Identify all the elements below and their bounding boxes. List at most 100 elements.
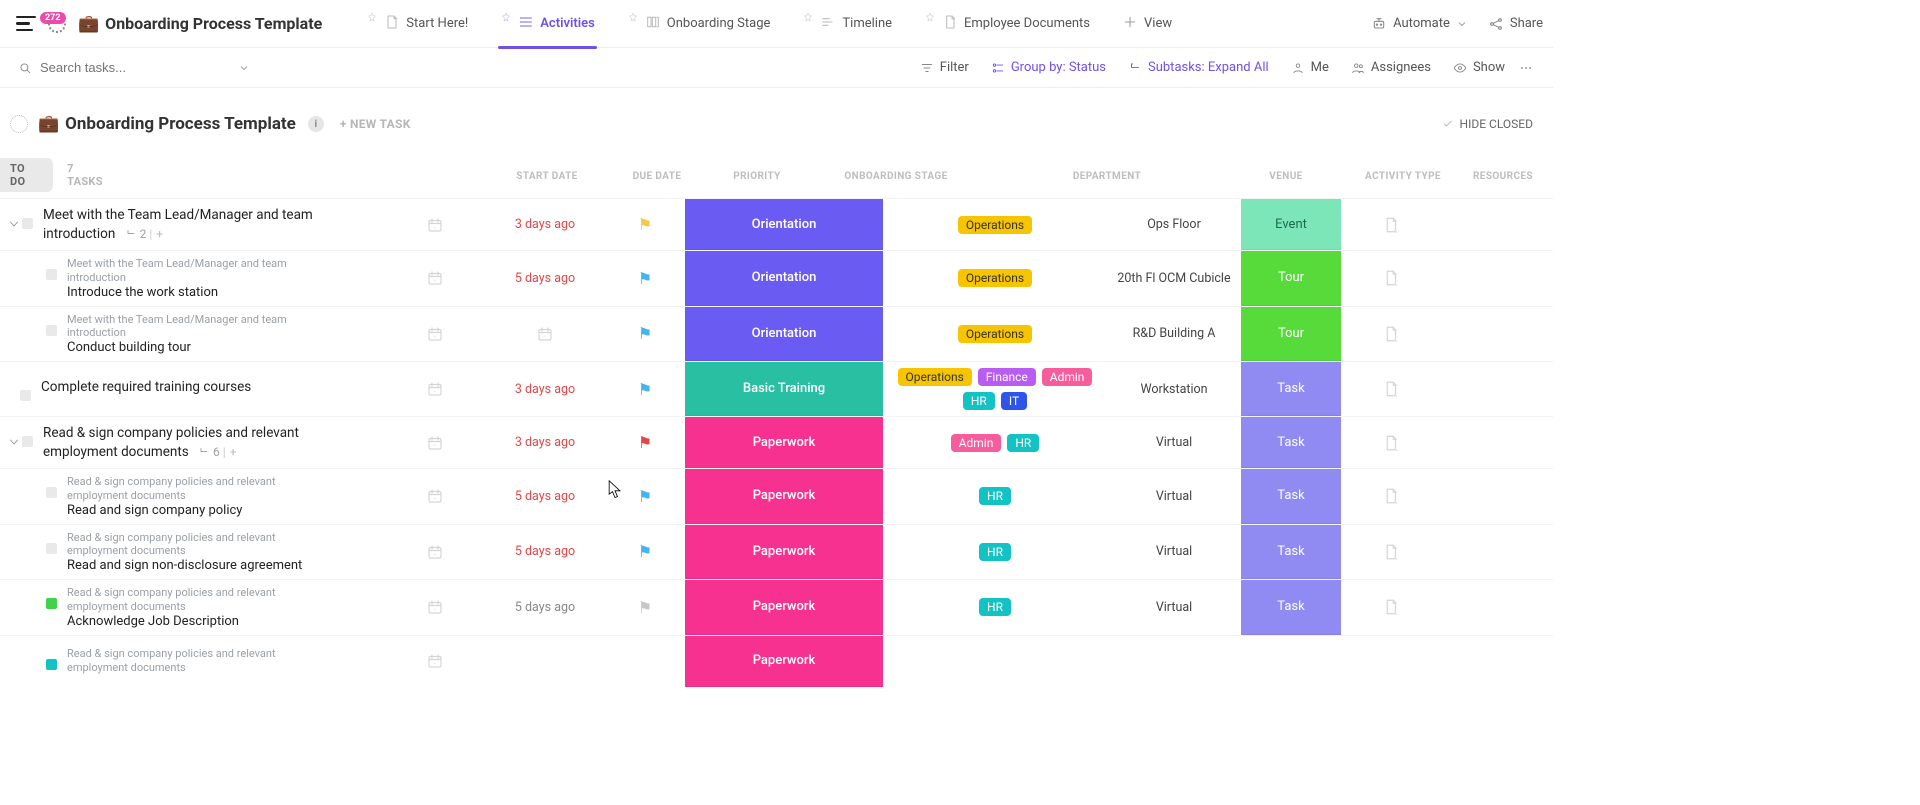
department-cell[interactable]: OperationsFinanceAdminHRIT [883, 362, 1107, 416]
activity-cell[interactable]: Tour [1241, 307, 1341, 362]
task-title[interactable]: Read and sign company policy [67, 503, 327, 518]
due-date-cell[interactable] [485, 636, 605, 687]
status-square[interactable] [46, 269, 57, 280]
calendar-icon[interactable] [426, 269, 444, 287]
task-title[interactable]: Introduce the work station [67, 285, 327, 300]
venue-cell[interactable]: Virtual [1107, 580, 1241, 635]
department-cell[interactable]: Operations [883, 251, 1107, 306]
due-date-cell[interactable]: 5 days ago [485, 251, 605, 306]
calendar-icon[interactable] [426, 652, 444, 670]
stage-cell[interactable]: Paperwork [685, 636, 883, 687]
priority-flag-icon[interactable]: ⚑ [638, 380, 652, 399]
venue-cell[interactable] [1107, 636, 1241, 687]
col-start-date[interactable]: START DATE [497, 171, 597, 182]
due-date-cell[interactable]: 3 days ago [485, 362, 605, 416]
task-row[interactable]: Meet with the Team Lead/Manager and team… [0, 250, 1553, 306]
search-input[interactable] [40, 60, 190, 75]
venue-cell[interactable]: Virtual [1107, 417, 1241, 468]
department-cell[interactable]: HR [883, 580, 1107, 635]
department-cell[interactable]: AdminHR [883, 417, 1107, 468]
automate-button[interactable]: Automate [1371, 16, 1468, 32]
status-square[interactable] [46, 543, 57, 554]
new-task-button[interactable]: + NEW TASK [340, 117, 411, 131]
department-tag[interactable]: Operations [958, 216, 1032, 234]
stage-cell[interactable]: Orientation [685, 199, 883, 250]
status-square[interactable] [20, 390, 31, 401]
activity-cell[interactable]: Task [1241, 362, 1341, 416]
status-square[interactable] [46, 325, 57, 336]
task-title[interactable]: Meet with the Team Lead/Manager and team… [43, 206, 343, 242]
priority-cell[interactable]: ⚑ [605, 417, 685, 468]
col-department[interactable]: DEPARTMENT [995, 171, 1219, 182]
priority-flag-icon[interactable]: ⚑ [638, 269, 652, 288]
stage-cell[interactable]: Paperwork [685, 580, 883, 635]
document-icon[interactable] [1382, 598, 1400, 616]
task-row[interactable]: Meet with the Team Lead/Manager and team… [0, 306, 1553, 362]
group-status-chip[interactable]: TO DO [0, 158, 53, 192]
stage-cell[interactable]: Paperwork [685, 525, 883, 580]
col-venue[interactable]: VENUE [1219, 171, 1353, 182]
groupby-button[interactable]: Group by: Status [991, 60, 1106, 75]
start-date-cell[interactable] [385, 525, 485, 580]
department-cell[interactable]: Operations [883, 307, 1107, 362]
due-date-cell[interactable]: 3 days ago [485, 417, 605, 468]
priority-cell[interactable]: ⚑ [605, 469, 685, 524]
priority-cell[interactable]: ⚑ [605, 199, 685, 250]
start-date-cell[interactable] [385, 580, 485, 635]
document-icon[interactable] [1382, 216, 1400, 234]
priority-flag-icon[interactable]: ⚑ [638, 324, 652, 343]
task-row[interactable]: Read & sign company policies and relevan… [0, 635, 1553, 687]
calendar-icon[interactable] [426, 543, 444, 561]
activity-cell[interactable]: Task [1241, 469, 1341, 524]
venue-cell[interactable]: Ops Floor [1107, 199, 1241, 250]
start-date-cell[interactable] [385, 636, 485, 687]
priority-flag-icon[interactable]: ⚑ [638, 598, 652, 617]
task-row[interactable]: Read & sign company policies and relevan… [0, 416, 1553, 468]
department-tag[interactable]: Operations [898, 368, 972, 386]
tab-timeline[interactable]: Timeline [788, 0, 906, 48]
start-date-cell[interactable] [385, 251, 485, 306]
stage-cell[interactable]: Paperwork [685, 417, 883, 468]
priority-cell[interactable]: ⚑ [605, 525, 685, 580]
task-row[interactable]: Read & sign company policies and relevan… [0, 579, 1553, 635]
assignees-button[interactable]: Assignees [1351, 60, 1431, 75]
priority-cell[interactable]: ⚑ [605, 580, 685, 635]
document-icon[interactable] [1382, 487, 1400, 505]
department-tag[interactable]: HR [1007, 434, 1039, 452]
activity-cell[interactable]: Task [1241, 580, 1341, 635]
resources-cell[interactable] [1341, 417, 1441, 468]
start-date-cell[interactable] [385, 417, 485, 468]
task-title[interactable]: Conduct building tour [67, 340, 327, 355]
due-date[interactable]: 3 days ago [515, 382, 575, 397]
department-tag[interactable]: Operations [958, 269, 1032, 287]
task-title[interactable]: Acknowledge Job Description [67, 614, 327, 629]
activity-cell[interactable]: Tour [1241, 251, 1341, 306]
list-title[interactable]: 💼 Onboarding Process Template i [38, 114, 324, 134]
tab-start[interactable]: Start Here! [352, 0, 482, 48]
col-resources[interactable]: RESOURCES [1453, 171, 1553, 182]
status-square[interactable] [46, 659, 57, 670]
department-tag[interactable]: Finance [978, 368, 1036, 386]
activity-cell[interactable]: Event [1241, 199, 1341, 250]
calendar-icon[interactable] [426, 434, 444, 452]
document-icon[interactable] [1382, 434, 1400, 452]
col-stage[interactable]: ONBOARDING STAGE [797, 171, 995, 182]
due-date[interactable]: 5 days ago [515, 489, 575, 504]
venue-cell[interactable]: R&D Building A [1107, 307, 1241, 362]
due-date-cell[interactable]: 3 days ago [485, 199, 605, 250]
status-circle-icon[interactable] [10, 115, 28, 133]
subtask-count[interactable]: 2 |+ [125, 227, 163, 241]
activity-cell[interactable]: Task [1241, 525, 1341, 580]
status-square[interactable] [22, 436, 33, 447]
resources-cell[interactable] [1341, 251, 1441, 306]
resources-cell[interactable] [1341, 580, 1441, 635]
stage-cell[interactable]: Paperwork [685, 469, 883, 524]
department-tag[interactable]: Operations [958, 325, 1032, 343]
subtasks-button[interactable]: Subtasks: Expand All [1128, 60, 1269, 75]
collapse-icon[interactable] [8, 436, 20, 448]
document-icon[interactable] [1382, 325, 1400, 343]
priority-cell[interactable]: ⚑ [605, 307, 685, 362]
department-cell[interactable]: HR [883, 469, 1107, 524]
priority-cell[interactable]: ⚑ [605, 362, 685, 416]
venue-cell[interactable]: Virtual [1107, 525, 1241, 580]
